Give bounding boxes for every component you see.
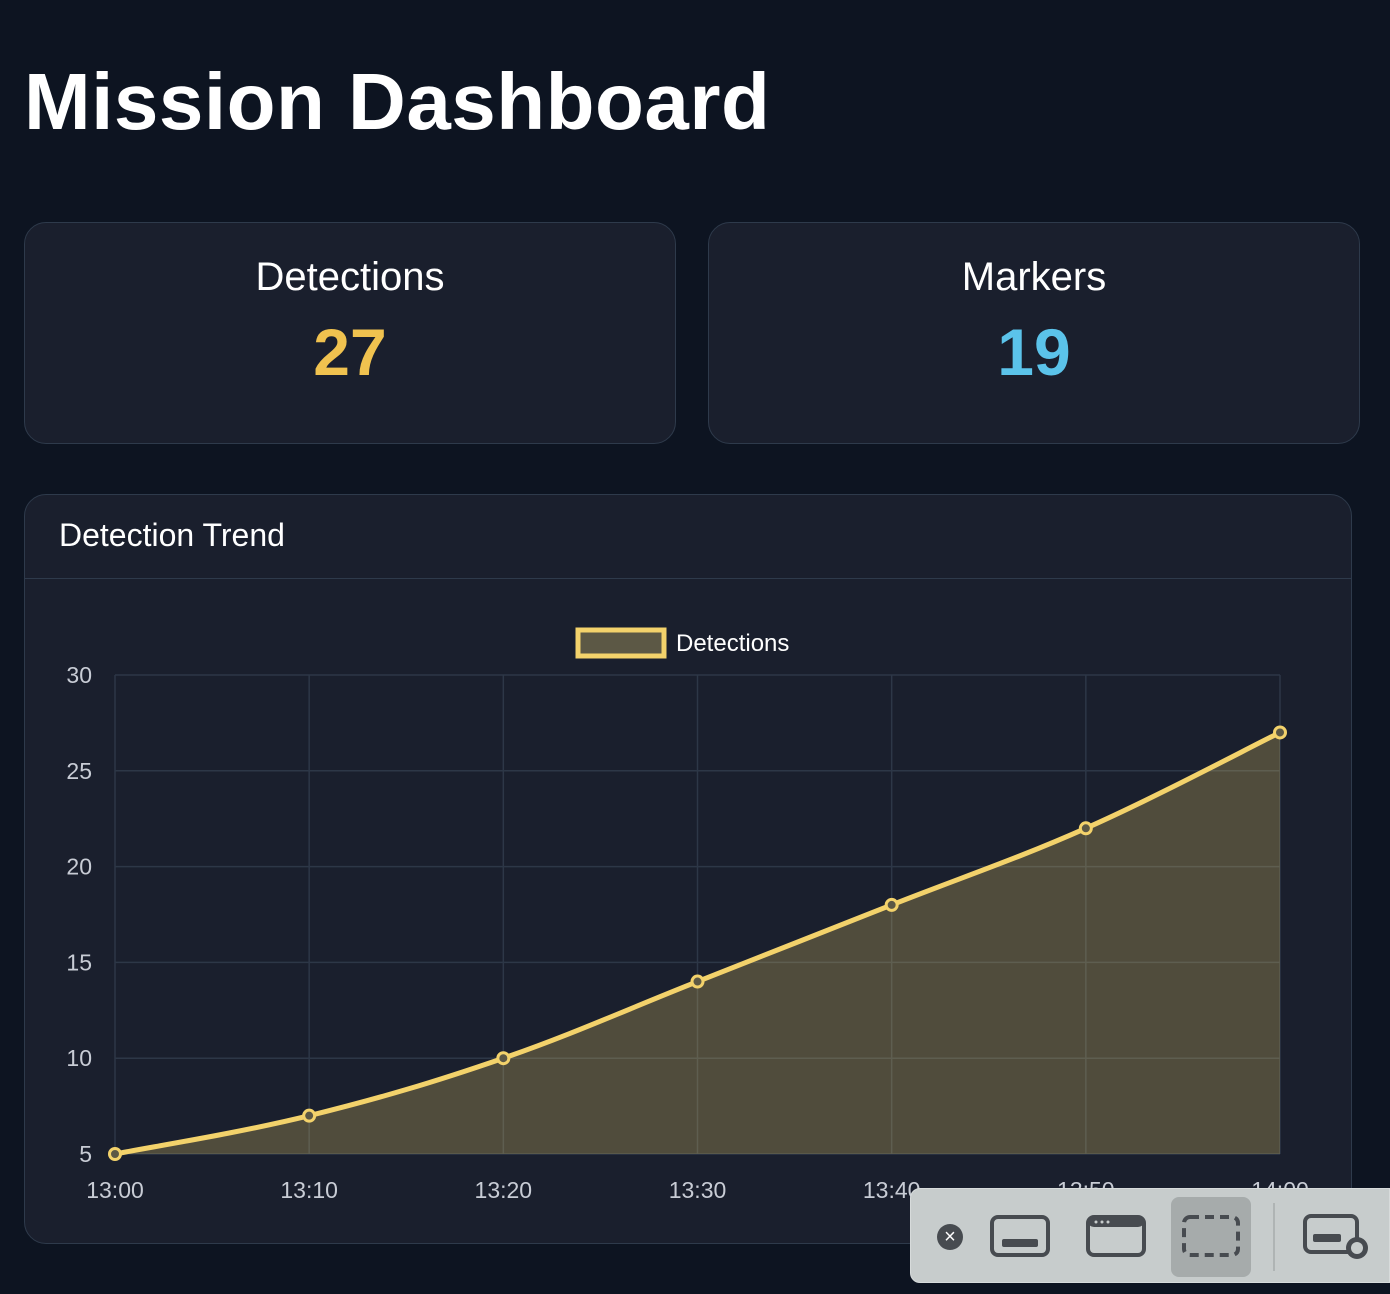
record-screen-glyph — [1303, 1214, 1368, 1259]
y-tick-label-2: 15 — [66, 949, 92, 975]
close-icon[interactable]: × — [937, 1224, 963, 1250]
toolbar-divider — [1273, 1203, 1275, 1271]
capture-selection-glyph — [1182, 1215, 1240, 1257]
capture-window-glyph — [1086, 1215, 1146, 1257]
y-tick-label-3: 20 — [66, 854, 92, 880]
x-tick-label-2: 13:20 — [475, 1177, 533, 1203]
capture-selection-icon[interactable] — [1171, 1197, 1251, 1277]
capture-entire-screen-icon[interactable] — [987, 1209, 1053, 1265]
y-tick-label-1: 10 — [66, 1045, 92, 1071]
x-tick-label-1: 13:10 — [280, 1177, 338, 1203]
detection-chart: 5101520253013:0013:1013:2013:3013:4013:5… — [66, 627, 1309, 1203]
capture-window-icon[interactable] — [1083, 1209, 1149, 1265]
capture-entire-screen-glyph — [990, 1215, 1050, 1257]
detections-point-4 — [884, 897, 899, 912]
x-tick-label-0: 13:00 — [86, 1177, 144, 1203]
y-tick-label-0: 5 — [79, 1141, 92, 1167]
legend-label: Detections — [676, 630, 789, 657]
y-tick-label-5: 30 — [66, 662, 92, 688]
detections-point-1 — [302, 1108, 317, 1123]
detections-point-3 — [690, 974, 705, 989]
detections-point-5 — [1078, 821, 1093, 836]
legend-swatch — [575, 627, 667, 659]
detections-point-0 — [108, 1147, 122, 1161]
screenshot-toolbar: × — [910, 1188, 1390, 1283]
record-screen-icon[interactable] — [1299, 1207, 1373, 1267]
x-tick-label-3: 13:30 — [669, 1177, 727, 1203]
detections-point-6 — [1273, 725, 1287, 740]
detections-point-2 — [496, 1051, 511, 1066]
y-tick-label-4: 25 — [66, 758, 92, 784]
